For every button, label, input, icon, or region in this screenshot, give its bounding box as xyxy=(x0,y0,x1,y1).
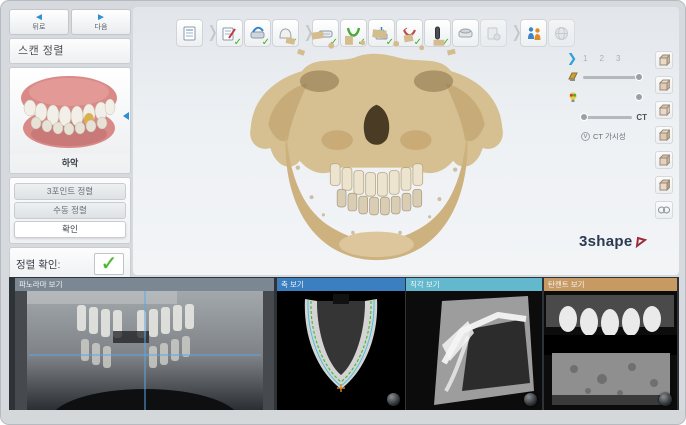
lamp-icon xyxy=(568,72,578,81)
back-button[interactable]: ◄ 뒤로 xyxy=(9,9,69,35)
slider-knob[interactable] xyxy=(579,112,588,121)
panorama-xray-image xyxy=(15,291,274,410)
alignment-confirm-label: 정렬 확인: xyxy=(16,258,61,271)
chin-highlight xyxy=(339,231,414,258)
axial-view-panel[interactable]: 축 보기 xyxy=(277,278,405,410)
display-controls: ❯ 1 2 3 CT v CT 가시성 xyxy=(567,49,647,142)
next-arrow-icon: ► xyxy=(96,11,106,23)
align-buttons-panel: 3포인트 정렬 수동 정렬 확인 xyxy=(9,177,131,244)
orbit-left xyxy=(299,70,340,92)
orientation-gizmo-icon[interactable] xyxy=(387,393,400,406)
patient-icon[interactable] xyxy=(520,19,547,47)
brand-logo-text: 3shape xyxy=(579,233,633,250)
orientation-gizmo-icon[interactable] xyxy=(659,393,672,406)
globe-icon[interactable] xyxy=(548,19,575,47)
ct-volume-render[interactable] xyxy=(229,29,524,267)
ct-visibility-toggle[interactable]: v CT 가시성 xyxy=(581,131,647,142)
tangent-view-panel[interactable]: 탄젠트 보기 xyxy=(544,278,677,410)
slider-knob[interactable] xyxy=(635,72,643,81)
next-button[interactable]: ► 다음 xyxy=(71,9,131,35)
jaw-label: 하악 xyxy=(61,158,79,168)
slider-knob[interactable] xyxy=(635,92,643,101)
back-arrow-icon: ◄ xyxy=(34,11,44,23)
back-button-label: 뒤로 xyxy=(32,23,46,31)
orientation-gizmo-icon[interactable] xyxy=(524,393,537,406)
brightness-slider[interactable] xyxy=(583,72,643,81)
brightness-slider-row xyxy=(567,67,647,87)
teeth-preview[interactable] xyxy=(10,68,130,154)
view-preset-3-button[interactable] xyxy=(655,101,673,119)
cheek-left xyxy=(321,130,353,150)
chevron-down-icon: v xyxy=(581,132,590,141)
alignment-confirm-panel: 정렬 확인: ✓ xyxy=(9,247,131,281)
color-slider-row xyxy=(567,87,647,107)
view-preset-5-button[interactable] xyxy=(655,151,673,169)
collapse-panel-chevron-icon[interactable]: ❯ xyxy=(567,51,577,65)
slice-view-dock: 파노라마 보기 축 보기 직각 보기 탄젠트 보기 xyxy=(9,277,679,411)
scan-align-section: 스캔 정렬 xyxy=(9,38,131,64)
brand-logo-triangle-icon xyxy=(635,236,647,248)
confirm-align-button[interactable]: 확인 xyxy=(14,221,126,238)
view-preset-6-button[interactable] xyxy=(655,176,673,194)
color-bulb-icon xyxy=(569,91,577,102)
color-slider[interactable] xyxy=(583,92,643,101)
three-point-align-button[interactable]: 3포인트 정렬 xyxy=(14,183,126,200)
cross-view-header: 직각 보기 xyxy=(406,278,542,291)
alignment-confirm-checkbox[interactable]: ✓ xyxy=(94,253,124,275)
status-strip xyxy=(1,410,685,424)
view-preset-4-button[interactable] xyxy=(655,126,673,144)
view-preset-1-button[interactable] xyxy=(655,51,673,69)
tangent-view-canvas[interactable] xyxy=(544,291,677,410)
view-preset-column xyxy=(655,51,675,226)
orbit-right xyxy=(413,70,454,92)
cheek-right xyxy=(400,130,432,150)
toolbar-separator: ❭ xyxy=(206,24,220,41)
ct-visibility-label: CT 가시성 xyxy=(593,132,626,141)
sidebar: ◄ 뒤로 ► 다음 스캔 정렬 하악 3포인트 정렬 수동 정렬 확인 정렬 확… xyxy=(9,9,131,310)
wizard-nav: ◄ 뒤로 ► 다음 xyxy=(9,9,131,35)
order-list-icon[interactable] xyxy=(176,19,203,47)
bone-fragments xyxy=(285,29,456,56)
jaw-preview-panel: 하악 xyxy=(9,67,131,174)
panorama-view-header: 파노라마 보기 xyxy=(15,278,274,291)
page-tab-2[interactable]: 2 xyxy=(600,54,604,63)
manual-align-button[interactable]: 수동 정렬 xyxy=(14,202,126,219)
section-title: 스캔 정렬 xyxy=(18,45,65,57)
axial-slice-image xyxy=(277,291,405,410)
axial-view-header: 축 보기 xyxy=(277,278,405,291)
ct-slider-label: CT xyxy=(636,112,647,122)
ct-slider-row: CT xyxy=(567,107,647,127)
cross-slice-image xyxy=(406,291,542,410)
page-tabs: 1 2 3 xyxy=(583,54,620,63)
brand-logo: 3shape xyxy=(579,233,647,250)
cross-view-panel[interactable]: 직각 보기 xyxy=(406,278,542,410)
view-preset-2-button[interactable] xyxy=(655,76,673,94)
next-button-label: 다음 xyxy=(94,23,108,31)
jaw-selection-marker-icon[interactable] xyxy=(123,112,129,120)
axial-view-canvas[interactable] xyxy=(277,291,405,410)
page-tab-3[interactable]: 3 xyxy=(616,54,620,63)
ct-slider[interactable] xyxy=(579,112,633,121)
cross-view-canvas[interactable] xyxy=(406,291,542,410)
denture-illustration xyxy=(21,76,117,148)
dual-view-button[interactable] xyxy=(655,201,673,219)
page-tab-1[interactable]: 1 xyxy=(583,54,587,63)
tangent-view-header: 탄젠트 보기 xyxy=(544,278,677,291)
check-icon: ✓ xyxy=(100,253,118,275)
tangent-slice-image xyxy=(544,291,677,410)
panorama-view-canvas[interactable] xyxy=(15,291,274,410)
application-window: ◄ 뒤로 ► 다음 스캔 정렬 하악 3포인트 정렬 수동 정렬 확인 정렬 확… xyxy=(0,0,686,425)
panorama-view-panel[interactable]: 파노라마 보기 xyxy=(15,278,274,410)
